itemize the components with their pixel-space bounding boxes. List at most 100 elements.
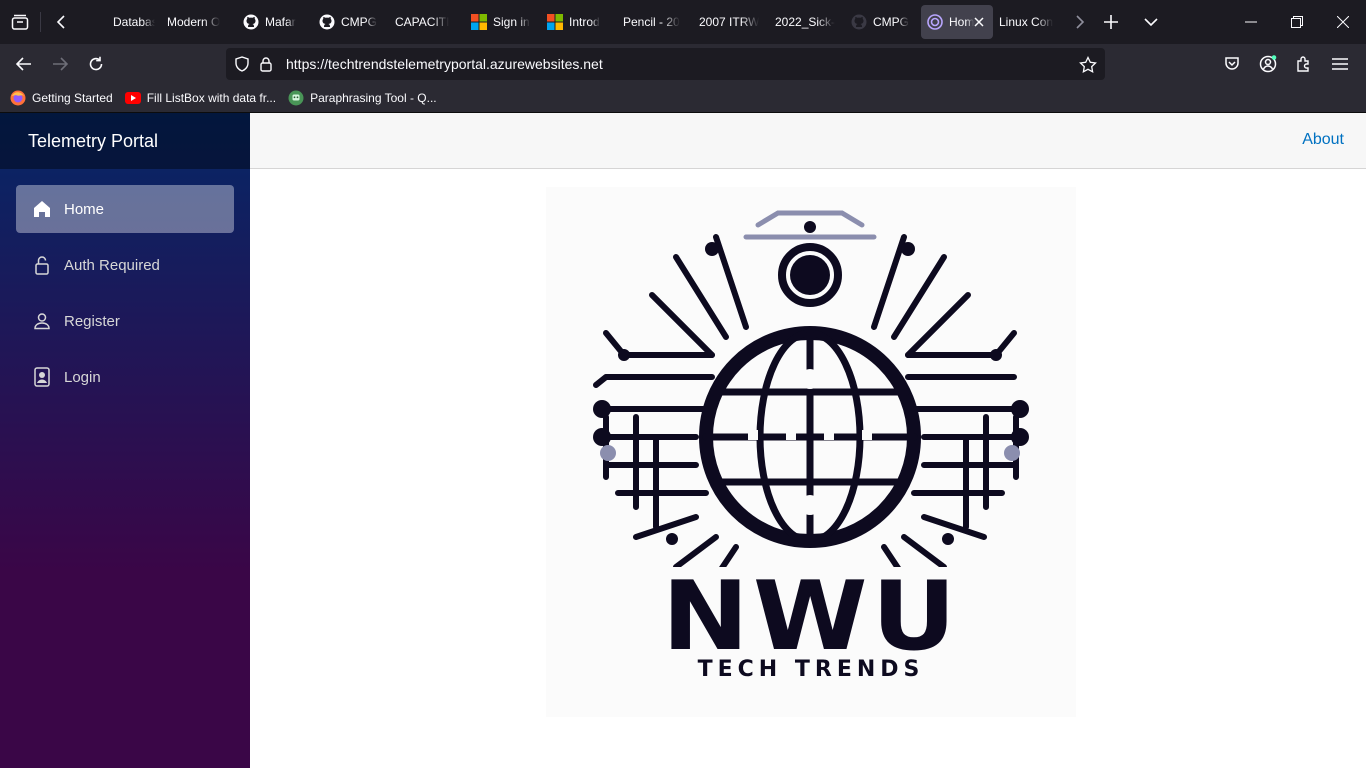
tab-title: Mafar bbox=[265, 15, 296, 29]
browser-tab[interactable]: CAPACITI bbox=[389, 5, 465, 39]
restore-icon bbox=[1291, 16, 1303, 28]
tab-strip: Database S Modern O Mafar CMPG CAPACITI … bbox=[85, 0, 1171, 44]
browser-navigation-bar: https://techtrendstelemetryportal.azurew… bbox=[0, 44, 1366, 84]
pocket-icon bbox=[1225, 57, 1239, 70]
reload-button[interactable] bbox=[78, 48, 114, 80]
person-badge-icon bbox=[32, 367, 52, 387]
close-window-button[interactable] bbox=[1320, 0, 1366, 44]
browser-tab[interactable]: Modern O bbox=[161, 5, 237, 39]
account-button[interactable] bbox=[1250, 48, 1286, 80]
url-text[interactable]: https://techtrendstelemetryportal.azurew… bbox=[286, 56, 603, 72]
tab-title: Linux Con bbox=[999, 15, 1054, 29]
tab-title: Modern O bbox=[167, 15, 221, 29]
browser-tab[interactable]: CMPG bbox=[845, 5, 921, 39]
bookmark-star-icon[interactable] bbox=[1079, 56, 1097, 74]
browser-tab-active[interactable]: Hom bbox=[921, 5, 993, 39]
quillbot-icon bbox=[288, 90, 304, 106]
bookmark-label: Getting Started bbox=[32, 91, 113, 105]
sidebar-item-label: Register bbox=[64, 312, 120, 330]
sidebar-item-register[interactable]: Register bbox=[16, 297, 234, 345]
chevron-left-icon bbox=[56, 15, 65, 29]
logo-subtitle: TECH TRENDS bbox=[697, 657, 925, 682]
browser-tab[interactable]: Linux Con bbox=[993, 5, 1069, 39]
scroll-tabs-left-button[interactable] bbox=[41, 0, 81, 44]
home-icon bbox=[32, 199, 52, 219]
chevron-down-icon bbox=[1144, 18, 1158, 27]
sidebar-item-label: Home bbox=[64, 200, 105, 218]
web-page: Telemetry Portal Home Auth Required Regi… bbox=[0, 113, 1366, 768]
bookmark-item[interactable]: Fill ListBox with data fr... bbox=[124, 90, 277, 106]
app-menu-button[interactable] bbox=[1322, 48, 1358, 80]
nwu-tech-trends-logo: NWU TECH TRENDS bbox=[546, 187, 1076, 717]
browser-tab[interactable]: Database S bbox=[85, 5, 161, 39]
bookmark-item[interactable]: Paraphrasing Tool - Q... bbox=[288, 90, 437, 106]
tab-title: CMPG bbox=[873, 15, 909, 29]
account-icon bbox=[1259, 55, 1277, 73]
list-all-tabs-button[interactable] bbox=[1131, 0, 1171, 44]
person-icon bbox=[32, 311, 52, 331]
arrow-right-icon bbox=[53, 57, 68, 71]
sidebar-item-auth-required[interactable]: Auth Required bbox=[16, 241, 234, 289]
chevron-right-icon bbox=[1076, 15, 1085, 29]
address-bar[interactable]: https://techtrendstelemetryportal.azurew… bbox=[226, 48, 1105, 80]
browser-tab[interactable]: Pencil - 20 bbox=[617, 5, 693, 39]
lock-icon[interactable] bbox=[258, 56, 274, 72]
logo-title: NWU bbox=[661, 559, 961, 673]
forward-button[interactable] bbox=[42, 48, 78, 80]
browser-tab-bar: Database S Modern O Mafar CMPG CAPACITI … bbox=[0, 0, 1366, 44]
tab-title: 2007 ITRW bbox=[699, 15, 760, 29]
toolbar-right bbox=[1214, 48, 1358, 80]
github-icon bbox=[319, 14, 335, 30]
extensions-button[interactable] bbox=[1286, 48, 1322, 80]
bookmark-label: Fill ListBox with data fr... bbox=[146, 91, 277, 105]
window-controls bbox=[1228, 0, 1366, 44]
github-icon bbox=[851, 14, 867, 30]
github-icon bbox=[243, 14, 259, 30]
back-button[interactable] bbox=[6, 48, 42, 80]
sidebar-item-home[interactable]: Home bbox=[16, 185, 234, 233]
tab-title: CAPACITI bbox=[395, 15, 450, 29]
minimize-button[interactable] bbox=[1228, 0, 1274, 44]
tab-favicon bbox=[91, 14, 107, 30]
tab-list-button[interactable] bbox=[0, 0, 40, 44]
browser-tab[interactable]: 2022_Sick- bbox=[769, 5, 845, 39]
browser-tab[interactable]: Introd bbox=[541, 5, 617, 39]
shield-icon[interactable] bbox=[234, 56, 250, 72]
reload-icon bbox=[89, 56, 103, 71]
sidebar-nav: Home Auth Required Register Login bbox=[0, 169, 250, 401]
browser-tab[interactable]: CMPG bbox=[313, 5, 389, 39]
sidebar-item-login[interactable]: Login bbox=[16, 353, 234, 401]
tab-title: Database S bbox=[113, 15, 155, 29]
hamburger-icon bbox=[1332, 58, 1348, 70]
close-icon bbox=[1337, 16, 1349, 28]
microsoft-icon bbox=[547, 14, 563, 30]
bookmark-item[interactable]: Getting Started bbox=[10, 90, 113, 106]
close-tab-icon[interactable] bbox=[971, 14, 987, 30]
tab-title: Introd bbox=[569, 15, 600, 29]
pocket-button[interactable] bbox=[1214, 48, 1250, 80]
about-link[interactable]: About bbox=[1302, 131, 1344, 149]
restore-button[interactable] bbox=[1274, 0, 1320, 44]
tab-manager-icon bbox=[11, 14, 29, 30]
sidebar-item-label: Auth Required bbox=[64, 256, 160, 274]
minimize-icon bbox=[1245, 21, 1257, 23]
browser-tab[interactable]: Mafar bbox=[237, 5, 313, 39]
bookmark-label: Paraphrasing Tool - Q... bbox=[310, 91, 437, 105]
tab-title: Pencil - 20 bbox=[623, 15, 680, 29]
tab-title: 2022_Sick- bbox=[775, 15, 836, 29]
sidebar: Telemetry Portal Home Auth Required Regi… bbox=[0, 113, 250, 768]
plus-icon bbox=[1104, 15, 1118, 29]
tab-title: Sign in bbox=[493, 15, 530, 29]
scroll-tabs-right-button[interactable] bbox=[1069, 0, 1091, 44]
microsoft-icon bbox=[471, 14, 487, 30]
new-tab-button[interactable] bbox=[1091, 0, 1131, 44]
youtube-icon bbox=[124, 90, 141, 106]
brand-title[interactable]: Telemetry Portal bbox=[0, 113, 250, 169]
globe-circuit-logo-graphic bbox=[593, 210, 1029, 567]
puzzle-icon bbox=[1297, 56, 1309, 72]
arrow-left-icon bbox=[16, 57, 31, 71]
browser-tab[interactable]: 2007 ITRW bbox=[693, 5, 769, 39]
lock-icon bbox=[32, 255, 52, 275]
tab-title: CMPG bbox=[341, 15, 377, 29]
browser-tab[interactable]: Sign in bbox=[465, 5, 541, 39]
